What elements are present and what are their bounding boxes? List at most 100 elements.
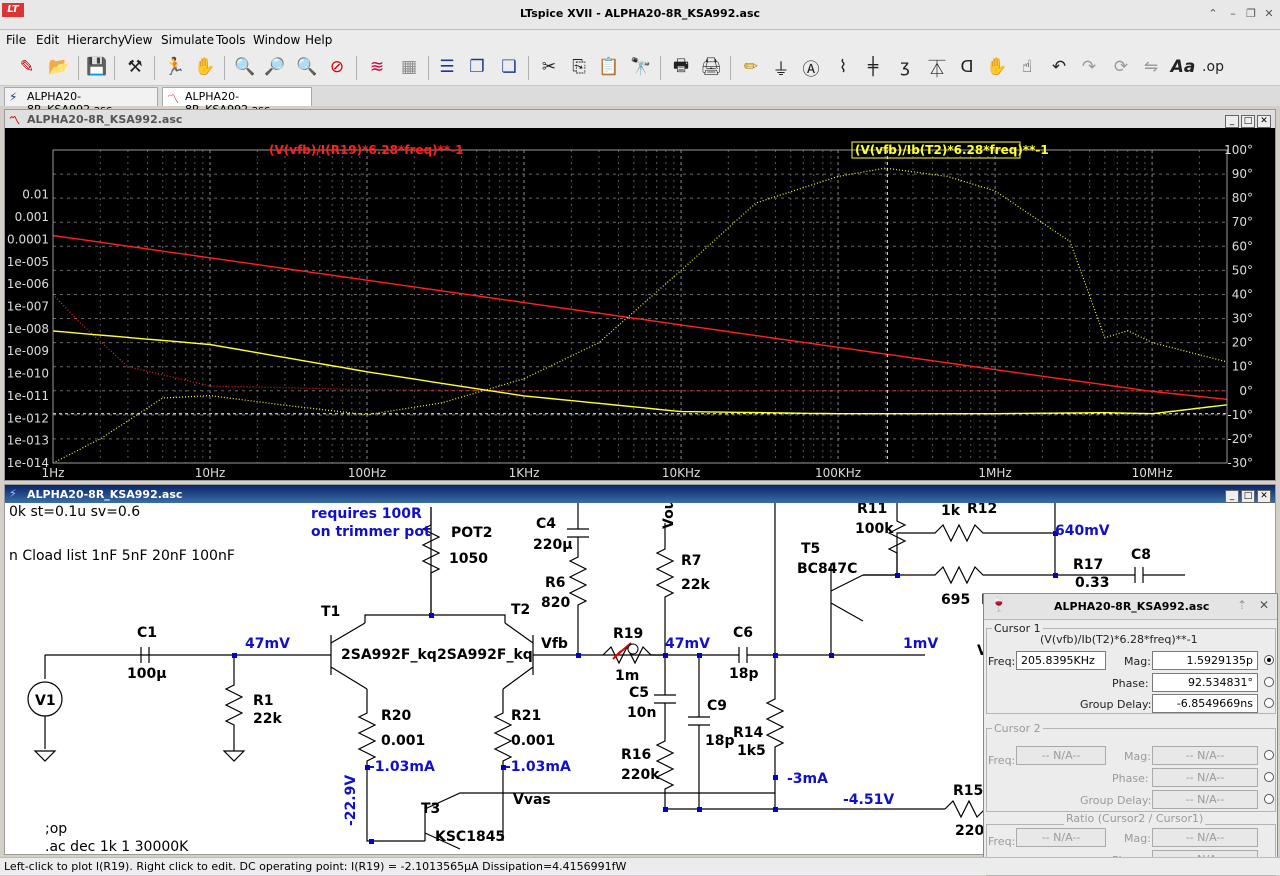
- schematic-label[interactable]: 1m: [615, 668, 639, 684]
- schematic-label[interactable]: 0.001: [381, 733, 425, 749]
- schematic-label[interactable]: requires 100R: [311, 506, 422, 522]
- cursor2-phase-radio[interactable]: [1264, 772, 1274, 782]
- menu-tools[interactable]: Tools: [216, 33, 246, 47]
- cursor1-phase-field[interactable]: 92.534831°: [1152, 673, 1258, 692]
- plot-area[interactable]: 1Hz 10Hz 100Hz 1KHz 10KHz 100KHz 1MHz 10MHz 0.01…: [5, 128, 1275, 480]
- schematic-label[interactable]: 10n: [627, 705, 656, 721]
- print-icon[interactable]: 🖨: [698, 54, 724, 80]
- schematic-label[interactable]: 1k5: [737, 743, 766, 759]
- window-restore-icon[interactable]: ⌃: [1204, 6, 1222, 22]
- schematic-label[interactable]: 18p: [729, 666, 759, 682]
- plot-svg[interactable]: 1Hz 10Hz 100Hz 1KHz 10KHz 100KHz 1MHz 10MHz0.01…: [5, 128, 1275, 480]
- inductor-icon[interactable]: ʒ: [892, 54, 918, 80]
- schematic-label[interactable]: R16: [621, 747, 651, 763]
- schematic-label[interactable]: 1050: [449, 551, 488, 567]
- draw-wire-icon[interactable]: ✏: [738, 54, 764, 80]
- schematic-label[interactable]: 100µ: [127, 666, 167, 682]
- schematic-label[interactable]: T2: [511, 602, 530, 618]
- schematic-label[interactable]: T3: [421, 801, 440, 817]
- cursor1-mag-radio[interactable]: [1264, 655, 1274, 665]
- ratio-freq-field[interactable]: -- N/A--: [1016, 828, 1106, 847]
- schematic-label[interactable]: R1: [253, 693, 274, 709]
- schematic-label[interactable]: 22k: [253, 711, 282, 727]
- schematic-label[interactable]: R20: [381, 708, 412, 724]
- menu-file[interactable]: File: [6, 33, 26, 47]
- schematic-label[interactable]: 18p: [705, 733, 735, 749]
- cursor1-phase-radio[interactable]: [1264, 677, 1274, 687]
- schematic-label[interactable]: -1.03mA: [505, 759, 571, 775]
- schematic-label[interactable]: KSC1845: [435, 829, 505, 845]
- zoom-in-icon[interactable]: 🔍: [232, 54, 258, 80]
- cursor2-mag-radio[interactable]: [1264, 750, 1274, 760]
- schematic-label[interactable]: 640mV: [1055, 523, 1110, 539]
- cascade-icon[interactable]: ❐: [464, 54, 490, 80]
- fft-icon[interactable]: ▦: [396, 54, 422, 80]
- schematic-label[interactable]: .ac dec 1k 1 30000K: [45, 839, 189, 854]
- cursor1-gd-field[interactable]: -6.8549669ns: [1152, 694, 1258, 713]
- schematic-label[interactable]: -1.03mA: [369, 759, 435, 775]
- schematic-label[interactable]: Vout: [661, 492, 677, 529]
- menu-help[interactable]: Help: [305, 33, 332, 47]
- schematic-label[interactable]: C4: [536, 516, 556, 532]
- cursor2-phase-field[interactable]: -- N/A--: [1152, 768, 1258, 787]
- schematic-label[interactable]: 220: [955, 823, 984, 839]
- tile-vertical-icon[interactable]: ❏: [496, 54, 522, 80]
- cursor1-gd-radio[interactable]: [1264, 698, 1274, 708]
- minimize-icon[interactable]: _: [1225, 490, 1239, 503]
- schematic-label[interactable]: R21: [511, 708, 541, 724]
- halt-icon[interactable]: ✋: [192, 54, 218, 80]
- schematic-label[interactable]: T5: [801, 541, 820, 557]
- schematic-label[interactable]: R12: [967, 501, 997, 517]
- schematic-label[interactable]: -3mA: [787, 771, 828, 787]
- spice-directive-icon[interactable]: .op: [1200, 54, 1226, 80]
- schematic-label[interactable]: C5: [629, 685, 649, 701]
- maximize-icon[interactable]: □: [1241, 115, 1255, 128]
- schematic-label[interactable]: 0k st=0.1u sv=0.6: [9, 504, 140, 520]
- schematic-label[interactable]: on trimmer pot: [311, 524, 431, 540]
- save-icon[interactable]: 💾: [84, 54, 110, 80]
- cursor-panel-close-icon[interactable]: ✕: [1259, 598, 1269, 612]
- menu-simulate[interactable]: Simulate: [161, 33, 214, 47]
- schematic-label[interactable]: 0.001: [511, 733, 555, 749]
- schematic-label[interactable]: 1k: [941, 503, 961, 519]
- trace2-label[interactable]: (V(vfb)/Ib(T2)*6.28*freq)**-1: [855, 143, 1049, 157]
- schematic-label[interactable]: R11: [857, 501, 887, 517]
- schematic-label[interactable]: 0.33: [1075, 575, 1110, 591]
- schematic-label[interactable]: Vfb: [541, 636, 568, 652]
- schematic-label[interactable]: C6: [733, 625, 753, 641]
- copy-icon[interactable]: ⎘: [566, 54, 592, 80]
- component-icon[interactable]: ᗡ: [954, 54, 980, 80]
- tab-schematic[interactable]: ⚡ ALPHA20-8R_KSA992.asc: [4, 87, 158, 116]
- schematic-label[interactable]: POT2: [451, 525, 492, 541]
- window-minimize-icon[interactable]: –: [1224, 6, 1242, 22]
- schematic-label[interactable]: 820: [541, 595, 570, 611]
- schematic-label[interactable]: 220µ: [533, 537, 573, 553]
- schematic-label[interactable]: 1mV: [903, 636, 938, 652]
- capacitor-icon[interactable]: ╪: [860, 54, 886, 80]
- schematic-label[interactable]: C1: [137, 625, 157, 641]
- ratio-mag-field[interactable]: -- N/A--: [1152, 828, 1258, 847]
- text-icon[interactable]: Aa: [1170, 54, 1196, 80]
- label-net-icon[interactable]: Ⓐ: [798, 54, 824, 80]
- cursor1-mag-field[interactable]: 1.5929135p: [1152, 651, 1258, 670]
- schematic-label[interactable]: 2SA992F_kq: [341, 647, 437, 663]
- menu-view[interactable]: View: [124, 33, 152, 47]
- diode-icon[interactable]: ⏄: [924, 54, 950, 80]
- schematic-label[interactable]: C9: [707, 698, 727, 714]
- schematic-label[interactable]: R7: [681, 553, 702, 569]
- redo-icon[interactable]: ↷: [1076, 54, 1102, 80]
- resistor-icon[interactable]: ⌇: [830, 54, 856, 80]
- schematic-label[interactable]: R15: [953, 783, 983, 799]
- rotate-icon[interactable]: ⟳: [1108, 54, 1134, 80]
- schematic-label[interactable]: 2SA992F_kq: [437, 647, 533, 663]
- schematic-label[interactable]: R19: [613, 626, 643, 642]
- cursor-panel-pin-icon[interactable]: ⇡: [1237, 598, 1247, 612]
- move-hand-icon[interactable]: ✋: [984, 54, 1010, 80]
- ground-icon[interactable]: ⏚: [768, 54, 794, 80]
- schematic-label[interactable]: 47mV: [245, 636, 290, 652]
- tab-waveform[interactable]: 〽 ALPHA20-8R_KSA992.asc: [162, 87, 312, 116]
- schematic-label[interactable]: T1: [321, 604, 340, 620]
- schematic-label[interactable]: C8: [1131, 547, 1151, 563]
- cursor2-mag-field[interactable]: -- N/A--: [1152, 746, 1258, 765]
- schematic-label[interactable]: V1: [35, 693, 56, 709]
